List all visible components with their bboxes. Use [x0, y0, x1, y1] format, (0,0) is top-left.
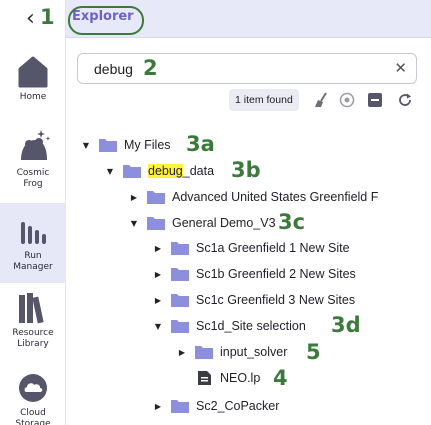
annotation-3d: 3d	[331, 313, 361, 337]
collapsed-arrow-icon[interactable]: ▶	[128, 193, 140, 202]
tree-row-sc1d[interactable]: ▼ Sc1d_Site selection	[152, 314, 306, 338]
collapsed-arrow-icon[interactable]: ▶	[152, 296, 164, 305]
rail-label-cloud-storage: Cloud Storage	[15, 408, 51, 425]
annotation-4: 4	[273, 366, 288, 390]
expanded-arrow-icon[interactable]: ▼	[104, 167, 116, 176]
rail-label-resource-library: Resource Library	[12, 328, 54, 349]
folder-icon	[123, 165, 141, 178]
tree-row-debug-data[interactable]: ▼ debug_data	[104, 159, 214, 183]
rail-label-cosmic-frog: Cosmic Frog	[16, 168, 50, 189]
folder-icon	[171, 320, 189, 333]
home-icon	[13, 52, 53, 92]
library-icon	[13, 288, 53, 328]
tree-item-label: debug_data	[148, 164, 214, 178]
tree-row-sc1a[interactable]: ▶ Sc1a Greenfield 1 New Site	[152, 236, 350, 260]
frog-icon	[13, 124, 53, 168]
tree-item-label-rest: _data	[182, 164, 215, 178]
tree-row-neo-lp[interactable]: NEO.lp	[176, 366, 260, 390]
tree-item-label: input_solver	[220, 345, 288, 359]
annotation-5: 5	[306, 340, 321, 364]
tree-item-label: Advanced United States Greenfield F	[172, 190, 379, 204]
tree-item-label: My Files	[124, 138, 171, 152]
annotation-1: 1	[40, 5, 55, 29]
collapsed-arrow-icon[interactable]: ▶	[152, 402, 164, 411]
tree-row-my-files[interactable]: ▼ My Files	[80, 133, 171, 157]
rail-item-home[interactable]: Home	[0, 52, 66, 103]
collapsed-arrow-icon[interactable]: ▶	[176, 348, 188, 357]
annotation-3c: 3c	[278, 210, 306, 234]
clear-filter-broom-icon[interactable]	[311, 90, 331, 110]
tree-item-label: Sc1d_Site selection	[196, 319, 306, 333]
tree-row-general-demo-v3[interactable]: ▼ General Demo_V3	[128, 211, 276, 235]
tree-row-sc1b[interactable]: ▶ Sc1b Greenfield 2 New Sites	[152, 262, 356, 286]
rail-label-run-manager: Run Manager	[13, 251, 53, 272]
collapsed-arrow-icon[interactable]: ▶	[152, 244, 164, 253]
tree-item-label: General Demo_V3	[172, 216, 276, 230]
target-icon[interactable]	[337, 90, 357, 110]
folder-icon	[171, 242, 189, 255]
tree-row-advanced-us-greenfield[interactable]: ▶ Advanced United States Greenfield F	[128, 185, 378, 209]
expanded-arrow-icon[interactable]: ▼	[128, 219, 140, 228]
annotation-explorer-outline	[68, 6, 144, 35]
annotation-3b: 3b	[231, 158, 261, 182]
folder-icon	[147, 191, 165, 204]
collapse-all-icon[interactable]	[365, 90, 385, 110]
rail-label-home: Home	[19, 92, 47, 102]
rail-item-run-manager[interactable]: Run Manager	[0, 203, 66, 283]
results-count-badge: 1 item found	[229, 89, 299, 111]
rail-item-resource-library[interactable]: Resource Library	[0, 288, 66, 350]
refresh-icon[interactable]	[395, 90, 415, 110]
rail-item-cosmic-frog[interactable]: Cosmic Frog	[0, 124, 66, 190]
folder-icon	[171, 268, 189, 281]
rail-item-cloud-storage[interactable]: Cloud Storage	[0, 368, 66, 425]
tree-item-label: Sc1c Greenfield 3 New Sites	[196, 293, 356, 307]
document-icon	[198, 371, 211, 385]
clear-search-icon[interactable]: ✕	[394, 59, 407, 77]
tree-row-sc2-copacker[interactable]: ▶ Sc2_CoPacker	[152, 394, 279, 418]
annotation-3a: 3a	[186, 132, 215, 156]
tree-item-label: Sc1a Greenfield 1 New Site	[196, 241, 350, 255]
expanded-arrow-icon[interactable]: ▼	[80, 141, 92, 150]
folder-icon	[171, 400, 189, 413]
collapse-chevron-icon[interactable]: ‹	[26, 6, 35, 31]
tree-row-input-solver[interactable]: ▶ input_solver	[176, 340, 287, 364]
folder-icon	[195, 346, 213, 359]
annotation-2: 2	[143, 56, 158, 80]
folder-icon	[171, 294, 189, 307]
folder-icon	[99, 139, 117, 152]
tree-row-sc1c[interactable]: ▶ Sc1c Greenfield 3 New Sites	[152, 288, 355, 312]
search-match-highlight: debug	[148, 164, 183, 178]
tree-item-label: Sc1b Greenfield 2 New Sites	[196, 267, 356, 281]
tree-item-label: NEO.lp	[220, 371, 261, 385]
expanded-arrow-icon[interactable]: ▼	[152, 322, 164, 331]
search-input[interactable]	[94, 59, 384, 79]
run-manager-icon	[13, 211, 53, 251]
tree-item-label: Sc2_CoPacker	[196, 399, 280, 413]
folder-icon	[147, 217, 165, 230]
left-navigation-rail: ‹ Home Cosmic Frog Run Manager Resource …	[0, 0, 66, 425]
collapsed-arrow-icon[interactable]: ▶	[152, 270, 164, 279]
cloud-storage-icon	[13, 368, 53, 408]
search-box[interactable]: ✕	[77, 53, 417, 84]
rail-top: ‹	[0, 0, 66, 38]
